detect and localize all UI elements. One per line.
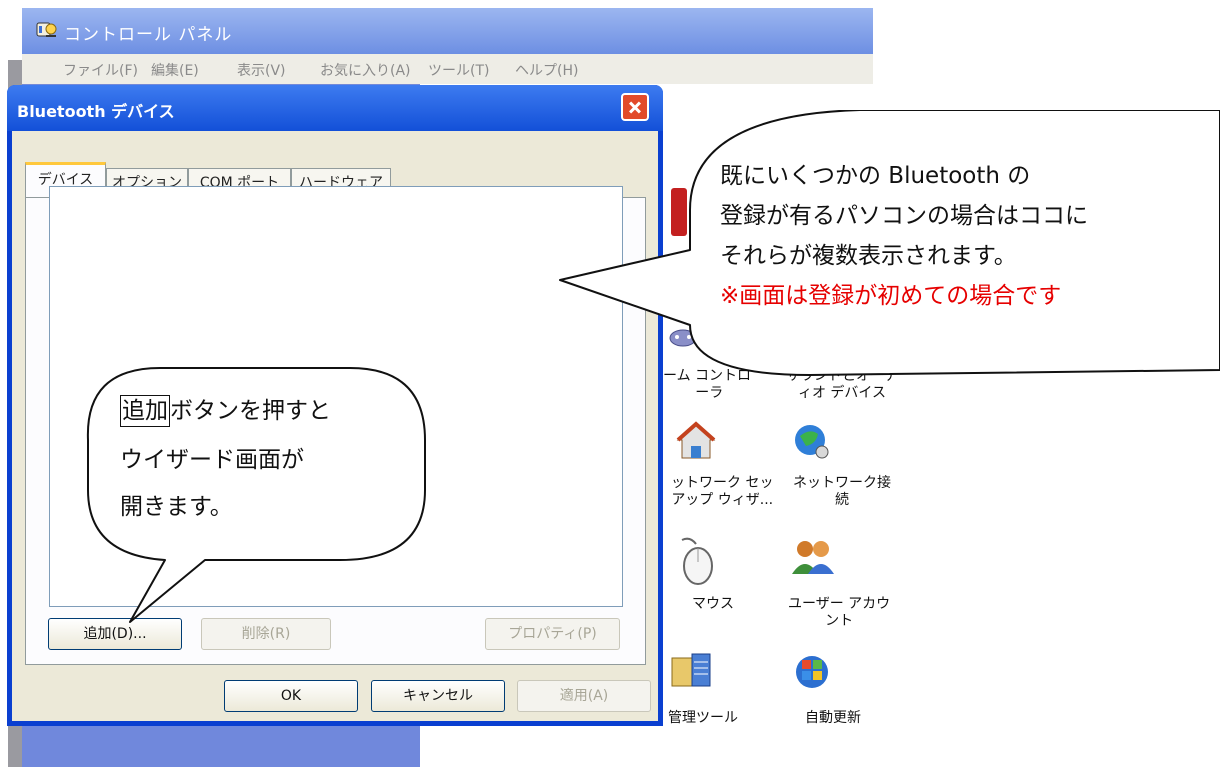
control-panel-icon	[36, 20, 58, 40]
control-panel-title: コントロール パネル	[64, 25, 233, 45]
callout-left-line1: 追加ボタンを押すと	[120, 391, 331, 431]
apply-button[interactable]: 適用(A)	[517, 680, 651, 712]
callout-left-line1-rest: ボタンを押すと	[170, 398, 331, 424]
callout-left-line2: ウイザード画面が	[120, 447, 304, 473]
callout-right-line1: 既にいくつかの Bluetooth の	[720, 163, 1031, 189]
windows-update-icon[interactable]	[792, 650, 832, 694]
mouse-label[interactable]: マウス	[692, 596, 734, 613]
network-connections-label[interactable]: ネットワーク接 続	[793, 475, 891, 509]
properties-button[interactable]: プロパティ(P)	[485, 618, 620, 650]
menu-help[interactable]: ヘルプ(H)	[515, 60, 578, 80]
users-icon[interactable]	[790, 538, 836, 582]
globe-network-icon[interactable]	[792, 422, 832, 466]
ok-button[interactable]: OK	[224, 680, 358, 712]
menu-favorites[interactable]: お気に入り(A)	[320, 60, 411, 80]
admin-tools-icon[interactable]	[670, 650, 714, 694]
bluetooth-dialog-title: Bluetooth デバイス	[17, 102, 175, 121]
automatic-updates-label[interactable]: 自動更新	[805, 710, 861, 727]
admin-tools-label[interactable]: 管理ツール	[668, 710, 738, 727]
network-setup-icon[interactable]	[674, 420, 718, 468]
add-highlight: 追加	[120, 395, 170, 427]
callout-left-line3: 開きます。	[120, 494, 233, 520]
mouse-icon[interactable]	[676, 536, 716, 590]
cancel-button[interactable]: キャンセル	[371, 680, 505, 712]
callout-right-note: ※画面は登録が初めての場合です	[720, 283, 1062, 309]
menu-view[interactable]: 表示(V)	[237, 60, 286, 80]
callout-right-line3: それらが複数表示されます。	[720, 243, 1017, 269]
menu-edit[interactable]: 編集(E)	[151, 60, 199, 80]
menu-file[interactable]: ファイル(F)	[63, 60, 138, 80]
callout-right-line2: 登録が有るパソコンの場合はココに	[720, 203, 1088, 229]
menu-tools[interactable]: ツール(T)	[428, 60, 489, 80]
user-accounts-label[interactable]: ユーザー アカウ ント	[788, 596, 890, 630]
network-setup-label[interactable]: ットワーク セッ アップ ウィザ...	[671, 475, 773, 509]
